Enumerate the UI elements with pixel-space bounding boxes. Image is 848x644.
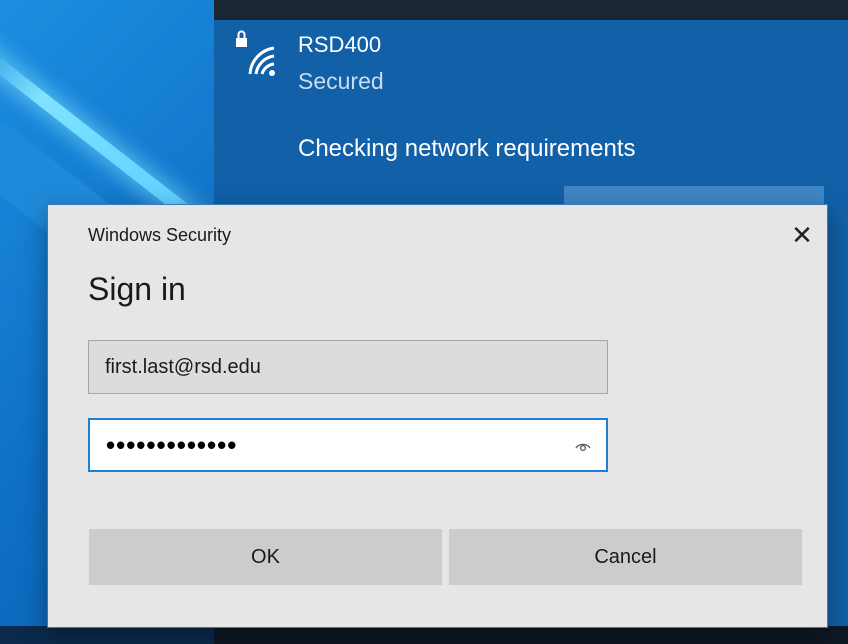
wifi-secured-icon [236, 30, 275, 76]
network-security-status: Secured [298, 68, 384, 94]
connection-progress-text: Checking network requirements [298, 135, 636, 162]
network-name: RSD400 [298, 32, 382, 57]
ok-button[interactable]: OK [89, 529, 442, 585]
close-icon[interactable]: ✕ [788, 221, 816, 249]
cancel-button[interactable]: Cancel [449, 529, 802, 585]
taskbar-strip [0, 626, 214, 644]
username-field[interactable]: first.last@rsd.edu [88, 340, 608, 394]
flyout-bottom-bar [214, 626, 848, 644]
dialog-title: Windows Security [88, 225, 232, 245]
password-field[interactable]: ••••••••••••• [88, 418, 608, 472]
password-mask: ••••••••••••• [106, 430, 238, 460]
windows-security-dialog: Windows Security ✕ Sign in first.last@rs… [47, 204, 828, 628]
sign-in-heading: Sign in [88, 271, 186, 307]
flyout-top-bar [214, 0, 848, 20]
username-value: first.last@rsd.edu [105, 355, 261, 378]
eye-icon[interactable] [574, 437, 592, 455]
